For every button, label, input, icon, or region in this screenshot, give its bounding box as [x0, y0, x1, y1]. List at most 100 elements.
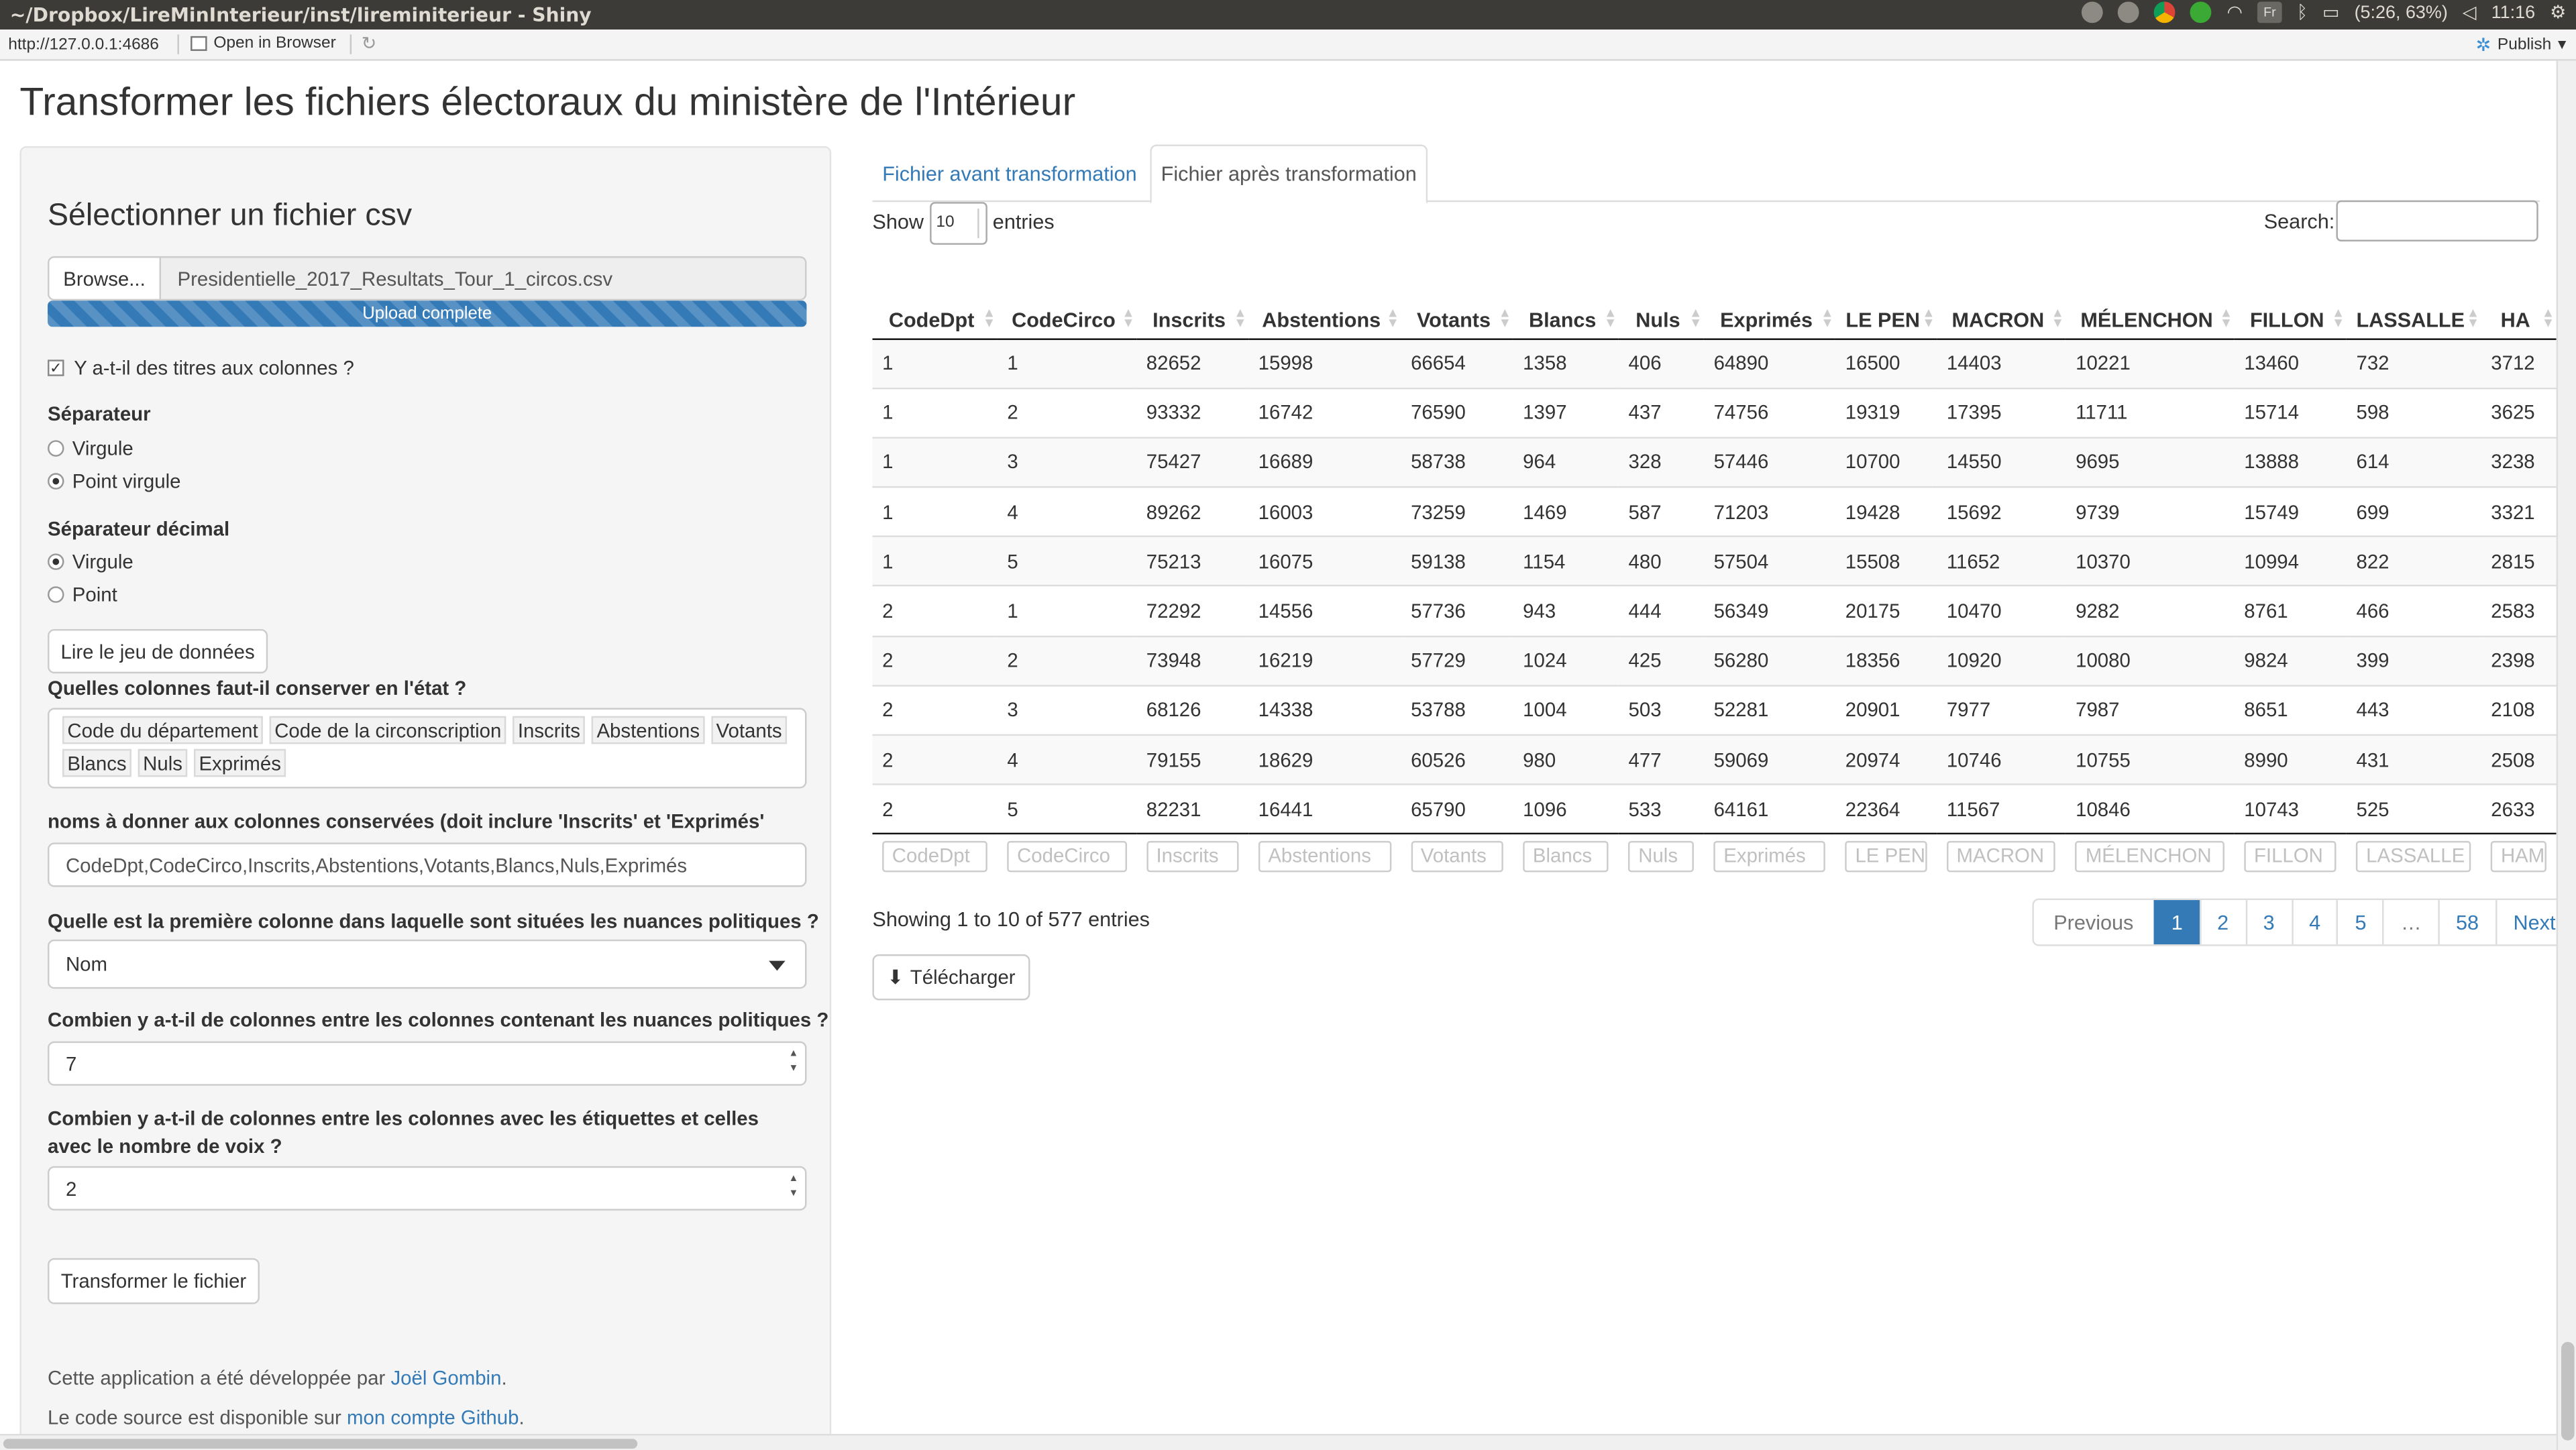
column-header[interactable]: CodeCirco ▲ ▼: [997, 269, 1137, 339]
table-row[interactable]: 2 5 82231 16441 65790 1096 533 64161 22364 11567 1…: [872, 783, 2557, 834]
sort-icon[interactable]: ▲ ▼: [983, 306, 996, 329]
column-filter-input[interactable]: CodeDpt: [882, 841, 988, 873]
page-button[interactable]: 1: [2153, 900, 2200, 945]
column-header[interactable]: Votants ▲ ▼: [1401, 269, 1513, 339]
column-tag[interactable]: Votants: [711, 716, 787, 744]
column-filter-input[interactable]: Abstentions: [1258, 841, 1391, 873]
column-header[interactable]: Blancs ▲ ▼: [1513, 269, 1619, 339]
sort-icon[interactable]: ▲ ▼: [1234, 306, 1246, 329]
sort-icon[interactable]: ▲ ▼: [1387, 306, 1399, 329]
sort-icon[interactable]: ▲ ▼: [1821, 306, 1833, 329]
sync-icon[interactable]: [2118, 1, 2140, 23]
refresh-icon[interactable]: ↻: [362, 33, 377, 54]
file-name-field[interactable]: Presidentielle_2017_Resultats_Tour_1_cir…: [161, 256, 807, 301]
previous-page-button[interactable]: Previous: [2033, 900, 2153, 945]
battery-icon[interactable]: ▭: [2322, 1, 2339, 23]
bluetooth-icon[interactable]: ᛒ: [2297, 3, 2308, 22]
search-input[interactable]: [2336, 200, 2538, 242]
keyboard-layout-icon[interactable]: Fr: [2257, 1, 2282, 23]
column-names-input[interactable]: CodeDpt,CodeCirco,Inscrits,Abstentions,V…: [48, 842, 807, 887]
sort-icon[interactable]: ▲ ▼: [1689, 306, 1702, 329]
open-in-browser-button[interactable]: Open in Browser: [191, 34, 336, 52]
column-tag[interactable]: Exprimés: [194, 748, 286, 777]
clock[interactable]: 11:16: [2491, 3, 2535, 22]
sort-icon[interactable]: ▲ ▼: [1604, 306, 1617, 329]
column-header[interactable]: LE PEN ▲ ▼: [1835, 269, 1937, 339]
column-tag[interactable]: Abstentions: [592, 716, 705, 744]
column-tag[interactable]: Blancs: [62, 748, 131, 777]
page-length-select[interactable]: 10: [929, 202, 987, 245]
author-link[interactable]: Joël Gombin: [390, 1367, 501, 1390]
keep-columns-select[interactable]: Code du département Code de la circonscr…: [48, 708, 807, 789]
battery-status[interactable]: (5:26, 63%): [2355, 3, 2448, 22]
vertical-scrollbar[interactable]: [2556, 60, 2576, 1450]
page-button[interactable]: 3: [2245, 900, 2292, 945]
column-tag[interactable]: Nuls: [138, 748, 188, 777]
table-row[interactable]: 2 3 68126 14338 53788 1004 503 52281 20901 7977 79…: [872, 684, 2557, 735]
scroll-thumb[interactable]: [3, 1439, 638, 1449]
radio-icon[interactable]: [48, 440, 64, 457]
sort-icon[interactable]: ▲ ▼: [2542, 306, 2555, 329]
spinner-arrows-icon[interactable]: ▲ ▼: [789, 1173, 799, 1203]
sort-icon[interactable]: ▲ ▼: [2220, 306, 2233, 329]
between-nuances-input[interactable]: 7 ▲ ▼: [48, 1041, 807, 1086]
header-checkbox[interactable]: ✓: [48, 359, 64, 376]
status-green-icon[interactable]: [2190, 1, 2212, 23]
publish-button[interactable]: ✲ Publish ▾: [2475, 34, 2566, 56]
column-tag[interactable]: Code du département: [62, 716, 264, 744]
sort-icon[interactable]: ▲ ▼: [1499, 306, 1511, 329]
volume-icon[interactable]: ◁: [2463, 1, 2477, 23]
sort-icon[interactable]: ▲ ▼: [1122, 306, 1134, 329]
separator-option-point-virgule[interactable]: Point virgule: [48, 469, 181, 493]
table-row[interactable]: 1 3 75427 16689 58738 964 328 57446 10700 14550 96…: [872, 437, 2557, 488]
column-filter-input[interactable]: HAM: [2491, 841, 2546, 873]
scroll-thumb[interactable]: [2561, 1341, 2575, 1441]
table-row[interactable]: 1 1 82652 15998 66654 1358 406 64890 16500 14403 1…: [872, 337, 2557, 388]
tab-before-transform[interactable]: Fichier avant transformation: [872, 145, 1146, 203]
sort-icon[interactable]: ▲ ▼: [2051, 306, 2064, 329]
read-data-button[interactable]: Lire le jeu de données: [48, 628, 268, 674]
column-filter-input[interactable]: Inscrits: [1146, 841, 1239, 873]
column-filter-input[interactable]: Blancs: [1523, 841, 1609, 873]
column-header[interactable]: CodeDpt ▲ ▼: [872, 269, 998, 339]
transform-file-button[interactable]: Transformer le fichier: [48, 1258, 260, 1304]
dropbox-icon[interactable]: [2082, 1, 2104, 23]
radio-icon[interactable]: [48, 586, 64, 603]
chrome-icon[interactable]: [2154, 1, 2176, 23]
wifi-icon[interactable]: ◠: [2226, 1, 2243, 23]
column-filter-input[interactable]: LASSALLE: [2356, 841, 2471, 873]
column-filter-input[interactable]: Votants: [1411, 841, 1503, 873]
page-button[interactable]: 5: [2337, 900, 2383, 945]
column-header[interactable]: Abstentions ▲ ▼: [1248, 269, 1401, 339]
sort-icon[interactable]: ▲ ▼: [1922, 306, 1935, 329]
table-row[interactable]: 1 2 93332 16742 76590 1397 437 74756 19319 17395 1…: [872, 387, 2557, 438]
radio-selected-icon[interactable]: [48, 473, 64, 490]
column-filter-input[interactable]: LE PEN: [1845, 841, 1927, 873]
sort-icon[interactable]: ▲ ▼: [2467, 306, 2479, 329]
github-link[interactable]: mon compte Github: [347, 1406, 519, 1429]
table-row[interactable]: 2 4 79155 18629 60526 980 477 59069 20974 10746 10…: [872, 734, 2557, 785]
table-row[interactable]: 2 1 72292 14556 57736 943 444 56349 20175 10470 92…: [872, 585, 2557, 636]
page-button[interactable]: 4: [2291, 900, 2337, 945]
column-filter-input[interactable]: MÉLENCHON: [2076, 841, 2224, 873]
first-column-select[interactable]: Nom: [48, 939, 807, 989]
column-header[interactable]: Nuls ▲ ▼: [1618, 269, 1704, 339]
column-header[interactable]: MACRON ▲ ▼: [1937, 269, 2066, 339]
separator-option-virgule[interactable]: Virgule: [48, 437, 133, 460]
header-checkbox-row[interactable]: ✓ Y a-t-il des titres aux colonnes ?: [48, 356, 354, 380]
table-row[interactable]: 2 2 73948 16219 57729 1024 425 56280 18356 10920 1…: [872, 634, 2557, 685]
column-filter-input[interactable]: CodeCirco: [1007, 841, 1127, 873]
page-button[interactable]: 58: [2438, 900, 2496, 945]
decimal-option-point[interactable]: Point: [48, 583, 117, 606]
column-header[interactable]: LASSALLE ▲ ▼: [2346, 269, 2481, 339]
between-labels-input[interactable]: 2 ▲ ▼: [48, 1166, 807, 1211]
column-filter-input[interactable]: MACRON: [1946, 841, 2056, 873]
column-header[interactable]: MÉLENCHON ▲ ▼: [2065, 269, 2235, 339]
table-row[interactable]: 1 5 75213 16075 59138 1154 480 57504 15508 11652 1…: [872, 535, 2557, 587]
sort-icon[interactable]: ▲ ▼: [2332, 306, 2345, 329]
horizontal-scrollbar[interactable]: [0, 1433, 2557, 1450]
column-filter-input[interactable]: Nuls: [1628, 841, 1695, 873]
column-tag[interactable]: Code de la circonscription: [269, 716, 506, 744]
tab-after-transform[interactable]: Fichier après transformation: [1150, 144, 1428, 204]
page-button[interactable]: 2: [2199, 900, 2245, 945]
